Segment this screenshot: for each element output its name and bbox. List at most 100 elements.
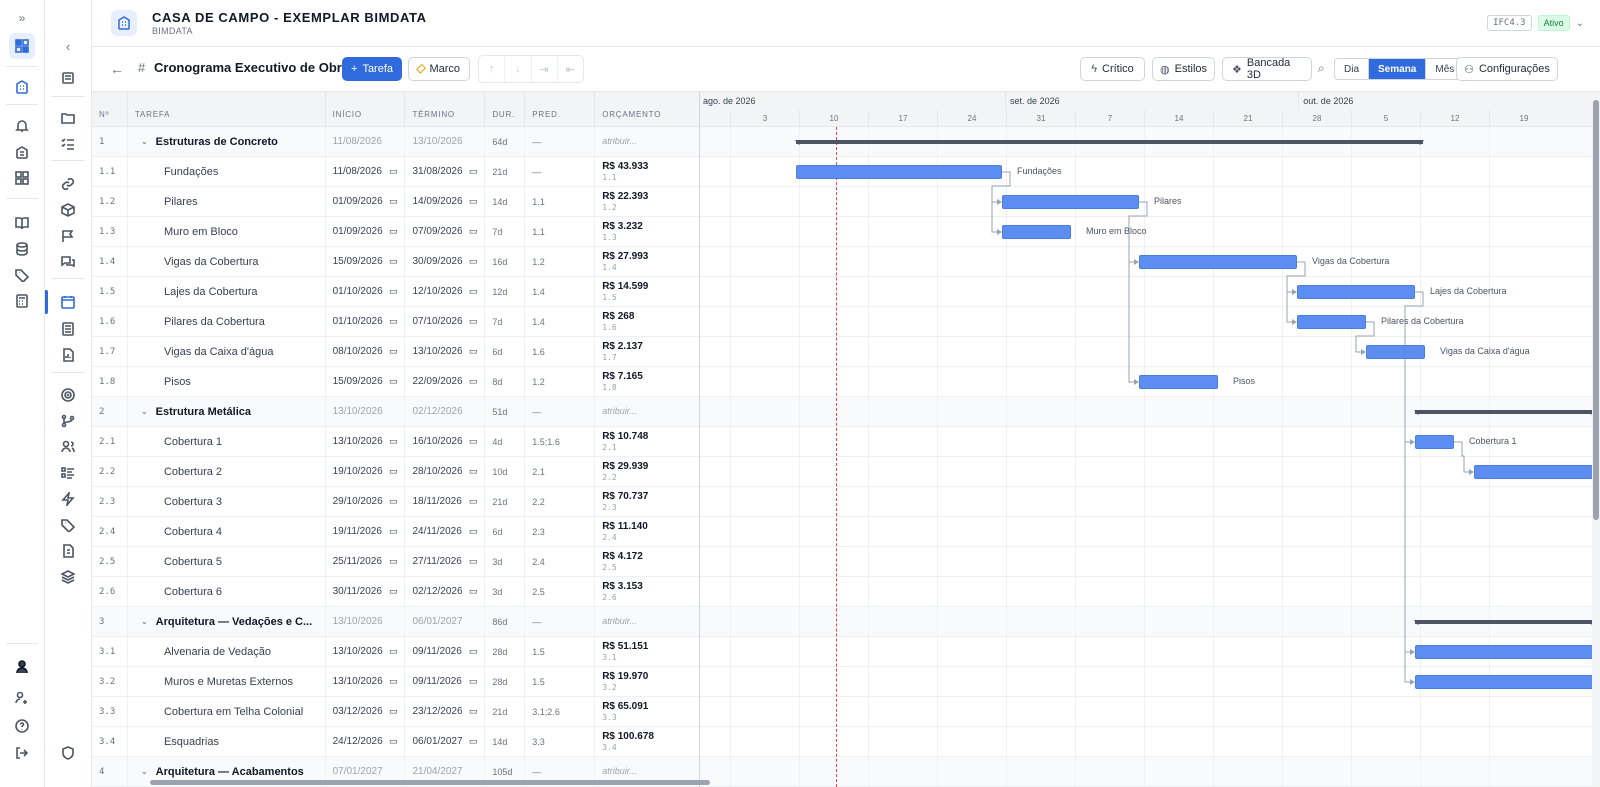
- calculator-icon[interactable]: [10, 289, 34, 313]
- calendar-icon[interactable]: ▭: [389, 496, 398, 507]
- bancada-3d-button[interactable]: ❖ Bancada 3D: [1222, 57, 1312, 81]
- list-icon[interactable]: [56, 461, 80, 485]
- task-bar[interactable]: [1474, 465, 1592, 479]
- calendar-icon[interactable]: ▭: [389, 736, 398, 747]
- col-predecessors[interactable]: PRED.: [525, 92, 596, 126]
- target-icon[interactable]: [56, 383, 80, 407]
- folder-icon[interactable]: [56, 106, 80, 130]
- add-milestone-button[interactable]: Marco: [408, 57, 470, 81]
- budget-cell[interactable]: atribuir...: [595, 397, 699, 426]
- end-date-cell[interactable]: 30/09/2026 ▭: [405, 247, 486, 276]
- shield-icon[interactable]: [56, 741, 80, 765]
- start-date-cell[interactable]: 01/10/2026 ▭: [326, 277, 406, 306]
- duration-cell[interactable]: 14d: [485, 187, 526, 216]
- vertical-scrollbar[interactable]: [1592, 92, 1600, 787]
- start-date-cell[interactable]: 19/11/2026 ▭: [326, 517, 406, 546]
- link-icon[interactable]: [56, 172, 80, 196]
- task-name-cell[interactable]: ⌄ Arquitetura — Vedações e C...: [128, 607, 326, 636]
- duration-cell[interactable]: 28d: [485, 637, 526, 666]
- table-row[interactable]: 3.1 Alvenaria de Vedação 13/10/2026 ▭ 09/11/…: [92, 637, 699, 667]
- budget-cell[interactable]: R$ 65.091 3.3: [595, 697, 699, 726]
- budget-cell[interactable]: R$ 100.678 3.4: [595, 727, 699, 756]
- view-day-button[interactable]: Dia: [1335, 59, 1370, 79]
- predecessor-cell[interactable]: 1.4: [525, 277, 596, 306]
- view-week-button[interactable]: Semana: [1369, 59, 1427, 79]
- task-bar[interactable]: [1366, 345, 1425, 359]
- start-date-cell[interactable]: 01/09/2026 ▭: [326, 187, 406, 216]
- calendar-icon[interactable]: ▭: [389, 316, 398, 327]
- task-name-cell[interactable]: ⌄ Estruturas de Concreto: [128, 127, 326, 156]
- duration-cell[interactable]: 8d: [485, 367, 526, 396]
- budget-cell[interactable]: R$ 3.153 2.6: [595, 577, 699, 606]
- duration-cell[interactable]: 6d: [485, 517, 526, 546]
- move-up-icon[interactable]: ↑: [479, 56, 506, 82]
- start-date-cell[interactable]: 13/10/2026: [326, 607, 406, 636]
- budget-assign[interactable]: atribuir...: [602, 616, 637, 627]
- end-date-cell[interactable]: 28/10/2026 ▭: [405, 457, 486, 486]
- start-date-cell[interactable]: 01/10/2026 ▭: [326, 307, 406, 336]
- table-row[interactable]: 1.6 Pilares da Cobertura 01/10/2026 ▭ 07/10/…: [92, 307, 699, 337]
- task-bar[interactable]: [1297, 315, 1366, 329]
- start-date-cell[interactable]: 24/12/2026 ▭: [326, 727, 406, 756]
- duration-cell[interactable]: 86d: [485, 607, 526, 636]
- budget-cell[interactable]: R$ 27.993 1.4: [595, 247, 699, 276]
- task-bar[interactable]: [1139, 375, 1218, 389]
- calendar-icon[interactable]: ▭: [389, 166, 398, 177]
- task-name-cell[interactable]: Cobertura 5: [128, 547, 326, 576]
- end-date-cell[interactable]: 13/10/2026 ▭: [405, 337, 486, 366]
- calendar-icon[interactable]: ▭: [389, 256, 398, 267]
- start-date-cell[interactable]: 29/10/2026 ▭: [326, 487, 406, 516]
- table-row[interactable]: 1.4 Vigas da Cobertura 15/09/2026 ▭ 30/09/20…: [92, 247, 699, 277]
- predecessor-cell[interactable]: —: [525, 127, 596, 156]
- calendar-icon[interactable]: ▭: [469, 496, 478, 507]
- predecessor-cell[interactable]: 1.5: [525, 637, 596, 666]
- col-duration[interactable]: DUR.: [485, 92, 526, 126]
- outdent-icon[interactable]: ⇤: [558, 56, 583, 82]
- table-row[interactable]: 1.7 Vigas da Caixa d'água 08/10/2026 ▭ 13/10…: [92, 337, 699, 367]
- budget-cell[interactable]: R$ 7.165 1.8: [595, 367, 699, 396]
- budget-cell[interactable]: R$ 3.232 1.3: [595, 217, 699, 246]
- predecessor-cell[interactable]: 1.4: [525, 307, 596, 336]
- calendar-icon[interactable]: ▭: [389, 706, 398, 717]
- predecessor-cell[interactable]: 1.1: [525, 187, 596, 216]
- calendar-icon[interactable]: [56, 290, 80, 314]
- add-task-button[interactable]: + Tarefa: [342, 57, 402, 81]
- calendar-icon[interactable]: ▭: [389, 586, 398, 597]
- branch-icon[interactable]: [56, 409, 80, 433]
- start-date-cell[interactable]: 03/12/2026 ▭: [326, 697, 406, 726]
- end-date-cell[interactable]: 12/10/2026 ▭: [405, 277, 486, 306]
- task-name-cell[interactable]: Muro em Bloco: [128, 217, 326, 246]
- zoom-icon[interactable]: ⌕: [1318, 61, 1325, 76]
- task-name-cell[interactable]: Cobertura 4: [128, 517, 326, 546]
- predecessor-cell[interactable]: 2.1: [525, 457, 596, 486]
- duration-cell[interactable]: 7d: [485, 217, 526, 246]
- start-date-cell[interactable]: 30/11/2026 ▭: [326, 577, 406, 606]
- styles-button[interactable]: ◍ Estilos: [1152, 57, 1215, 81]
- end-date-cell[interactable]: 31/08/2026 ▭: [405, 157, 486, 186]
- summary-bar[interactable]: [1414, 620, 1592, 625]
- budget-cell[interactable]: R$ 70.737 2.3: [595, 487, 699, 516]
- group-row[interactable]: 3 ⌄ Arquitetura — Vedações e C... 13/10/202…: [92, 607, 699, 637]
- bolt-icon[interactable]: [56, 487, 80, 511]
- calendar-icon[interactable]: ▭: [469, 286, 478, 297]
- calendar-icon[interactable]: ▭: [389, 436, 398, 447]
- task-name-cell[interactable]: Cobertura 2: [128, 457, 326, 486]
- predecessor-cell[interactable]: 2.2: [525, 487, 596, 516]
- duration-cell[interactable]: 6d: [485, 337, 526, 366]
- predecessor-cell[interactable]: 1.6: [525, 337, 596, 366]
- col-end[interactable]: TÉRMINO: [405, 92, 486, 126]
- table-row[interactable]: 3.3 Cobertura em Telha Colonial 03/12/2026…: [92, 697, 699, 727]
- back-arrow-icon[interactable]: ←: [110, 61, 124, 77]
- horizontal-scrollbar[interactable]: [92, 777, 1592, 787]
- duration-cell[interactable]: 21d: [485, 487, 526, 516]
- cube-icon[interactable]: [56, 198, 80, 222]
- budget-cell[interactable]: R$ 10.748 2.1: [595, 427, 699, 456]
- database-icon[interactable]: [10, 237, 34, 261]
- task-name-cell[interactable]: Cobertura 6: [128, 577, 326, 606]
- calendar-icon[interactable]: ▭: [469, 376, 478, 387]
- summary-bar[interactable]: [1414, 410, 1592, 415]
- task-bar[interactable]: [796, 165, 1002, 179]
- table-row[interactable]: 1.8 Pisos 15/09/2026 ▭ 22/09/2026 ▭ 8d 1.2 R$ 7.…: [92, 367, 699, 397]
- task-name-cell[interactable]: Cobertura em Telha Colonial: [128, 697, 326, 726]
- budget-cell[interactable]: R$ 22.393 1.2: [595, 187, 699, 216]
